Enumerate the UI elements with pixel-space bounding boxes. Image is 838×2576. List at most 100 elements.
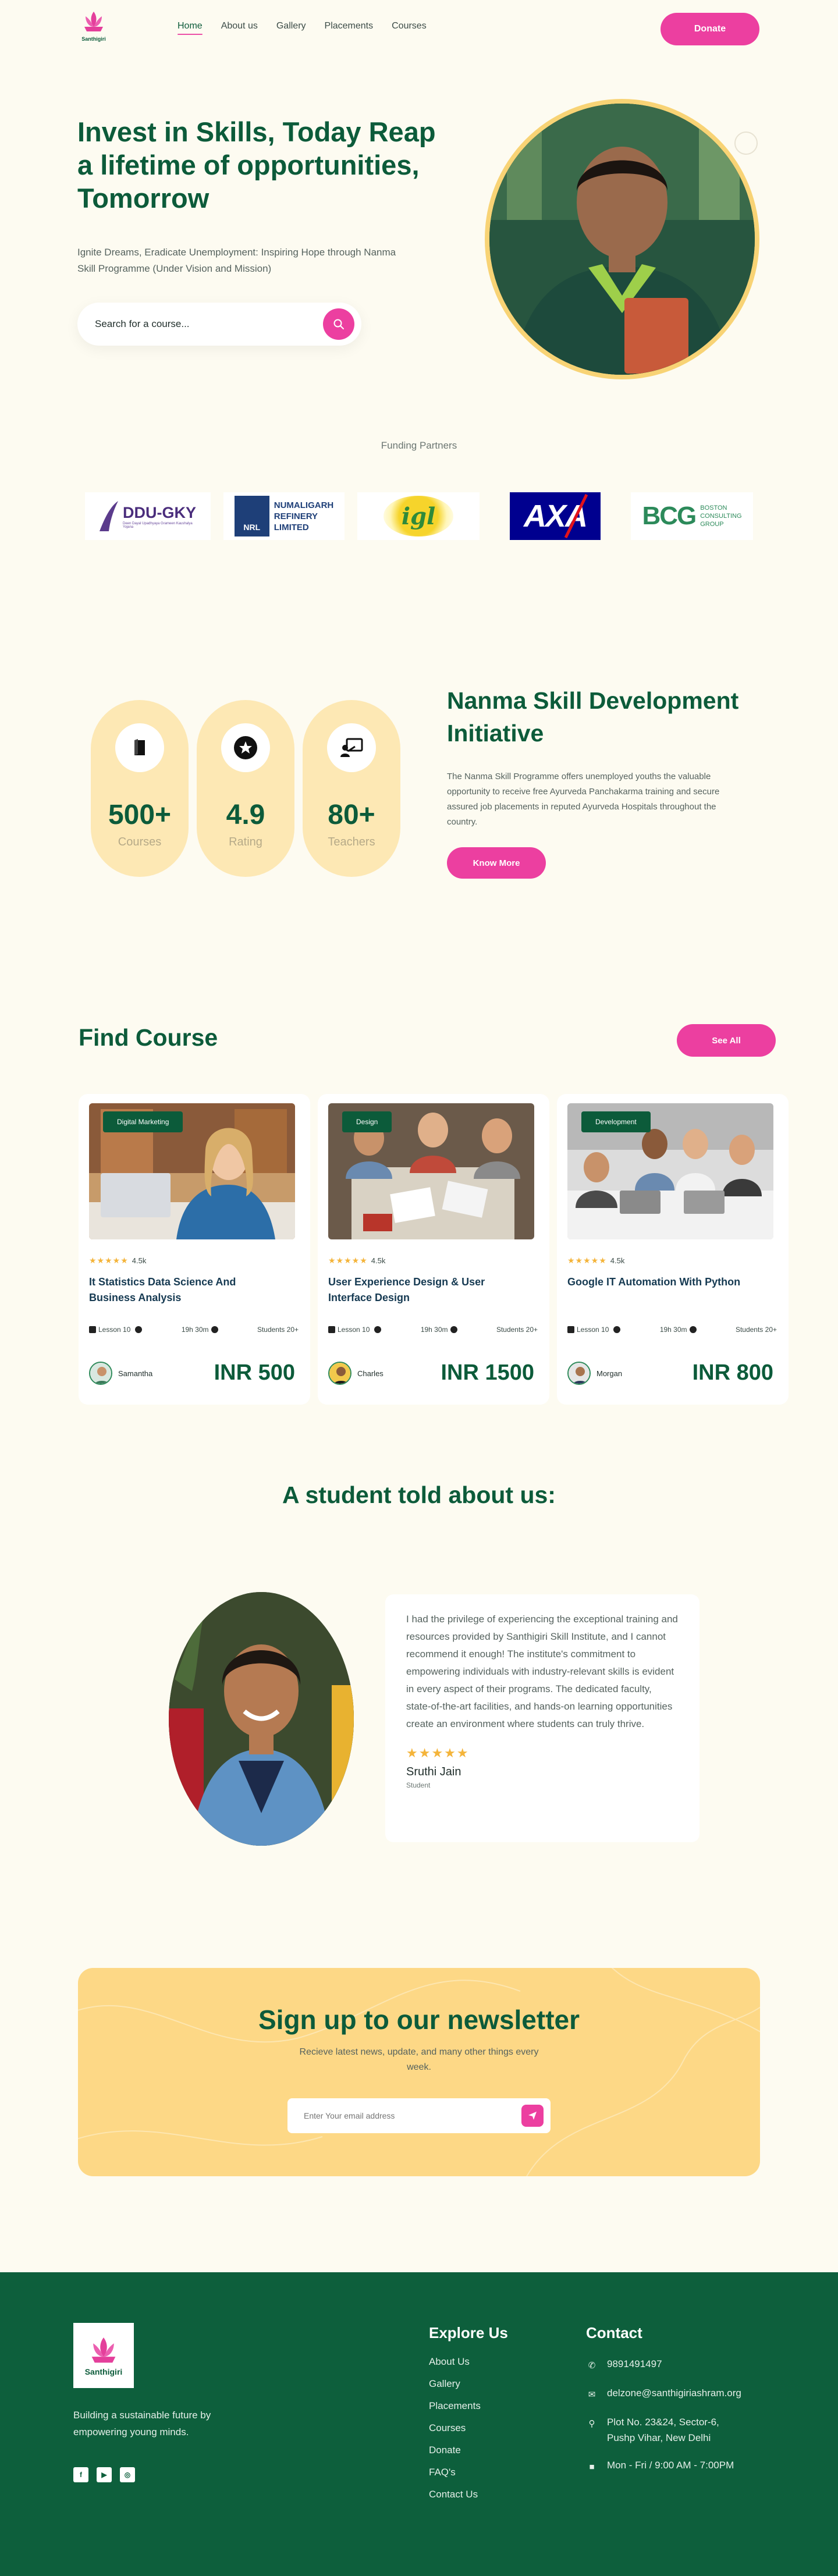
youtube-icon[interactable]: ▶ [97, 2467, 112, 2482]
stat-value: 80+ [328, 800, 375, 830]
stat-card-rating: 4.9 Rating [197, 700, 294, 877]
course-rating: ★★★★★ 4.5k [567, 1256, 624, 1266]
contact-address-text: Plot No. 23&24, Sector-6, Pushp Vihar, N… [607, 2417, 719, 2443]
nrl-badge-text: NRL [243, 523, 261, 532]
donate-button[interactable]: Donate [661, 13, 759, 45]
instagram-icon[interactable]: ◎ [120, 2467, 135, 2482]
phone-icon: ✆ [588, 2361, 596, 2371]
testimonial-role: Student [406, 1781, 431, 1789]
footer-link-about-us[interactable]: About Us [429, 2356, 508, 2368]
footer-link-courses[interactable]: Courses [429, 2422, 508, 2434]
footer-link-contact-us[interactable]: Contact Us [429, 2489, 508, 2500]
footer-logo[interactable]: Santhigiri [73, 2323, 134, 2388]
course-students: Students 20+ [257, 1326, 299, 1334]
igl-wordmark: igl [401, 502, 436, 530]
nav-placements[interactable]: Placements [325, 21, 374, 31]
teacher-icon [327, 723, 376, 772]
nav-about-us[interactable]: About us [221, 21, 258, 31]
course-price: INR 500 [214, 1360, 295, 1385]
course-lessons: Lesson 10 [328, 1326, 382, 1334]
see-all-button[interactable]: See All [677, 1024, 776, 1057]
course-card[interactable]: Development ★★★★★ 4.5k Google IT Automat… [557, 1094, 789, 1405]
contact-hours-text: Mon - Fri / 9:00 AM - 7:00PM [607, 2460, 734, 2471]
lesson-icon [567, 1326, 574, 1333]
footer-link-faqs[interactable]: FAQ's [429, 2467, 508, 2478]
initiative-title: Nanma Skill Development Initiative [447, 687, 739, 747]
newsletter-subtitle: Recieve latest news, update, and many ot… [299, 2047, 539, 2072]
footer-explore-title: Explore Us [429, 2324, 508, 2342]
course-lessons-text: Lesson 10 [577, 1326, 609, 1334]
facebook-icon[interactable]: f [73, 2467, 88, 2482]
footer-contact-list: ✆ 9891491497 ✉ delzone@santhigiriashram.… [586, 2356, 741, 2475]
footer-link-donate[interactable]: Donate [429, 2444, 508, 2456]
find-course-title: Find Course [79, 1024, 218, 1051]
contact-hours: ■ Mon - Fri / 9:00 AM - 7:00PM [586, 2457, 741, 2475]
footer-link-placements[interactable]: Placements [429, 2400, 508, 2412]
course-price: INR 800 [692, 1360, 773, 1385]
partner-logo-axa: AXA [510, 492, 601, 540]
contact-address: ⚲ Plot No. 23&24, Sector-6, Pushp Vihar,… [586, 2414, 741, 2446]
course-card[interactable]: Digital Marketing ★★★★★ 4.5k It Statisti… [79, 1094, 310, 1405]
footer-link-gallery[interactable]: Gallery [429, 2378, 508, 2390]
axa-slash-icon [564, 493, 588, 539]
course-lessons-text: Lesson 10 [98, 1326, 131, 1334]
course-duration-text: 19h 30m [659, 1326, 687, 1334]
book-icon [115, 723, 164, 772]
newsletter-submit-button[interactable] [521, 2105, 544, 2127]
testimonial-name: Sruthi Jain [406, 1765, 461, 1778]
location-pin-icon: ⚲ [588, 2419, 595, 2429]
stat-label: Rating [229, 836, 262, 848]
rating-count: 4.5k [132, 1256, 147, 1265]
rating-count: 4.5k [371, 1256, 386, 1265]
contact-phone[interactable]: ✆ 9891491497 [586, 2356, 741, 2374]
email-icon: ✉ [588, 2390, 596, 2400]
search-button[interactable] [323, 308, 354, 340]
lotus-logo-icon [84, 12, 103, 31]
contact-email[interactable]: ✉ delzone@santhigiriashram.org [586, 2385, 741, 2403]
igl-sun-icon: igl [384, 496, 453, 536]
star-icon [221, 723, 270, 772]
course-category-tag: Design [342, 1111, 392, 1132]
send-icon [528, 2112, 537, 2120]
user-icon [211, 1326, 218, 1333]
footer-contact: Contact ✆ 9891491497 ✉ delzone@santhigir… [586, 2324, 741, 2475]
testimonial-student-photo [169, 1592, 354, 1846]
search-icon [333, 319, 344, 329]
know-more-button[interactable]: Know More [447, 847, 546, 879]
social-links: f ▶ ◎ [73, 2467, 135, 2482]
site-logo[interactable]: Santhigiri [77, 9, 110, 43]
course-category-tag: Digital Marketing [103, 1111, 183, 1132]
ddugky-wordmark: DDU-GKY [123, 503, 196, 521]
course-search-input[interactable] [95, 318, 323, 330]
course-search-bar [77, 303, 361, 346]
rating-stars-icon: ★★★★★ [89, 1256, 129, 1265]
stat-card-teachers: 80+ Teachers [303, 700, 400, 877]
nav-home[interactable]: Home [177, 21, 203, 35]
partner-logo-nrl: NRL NUMALIGARH REFINERY LIMITED [223, 492, 345, 540]
course-name[interactable]: User Experience Design & User Interface … [328, 1274, 503, 1306]
main-nav: Home About us Gallery Placements Courses [177, 21, 427, 35]
user-icon [450, 1326, 457, 1333]
hero-student-photo [489, 104, 755, 375]
clock-icon [135, 1326, 143, 1333]
nav-gallery[interactable]: Gallery [276, 21, 306, 31]
footer-logo-text: Santhigiri [84, 2367, 123, 2376]
testimonial-title: A student told about us: [282, 1481, 556, 1508]
stat-value: 4.9 [226, 800, 265, 830]
nrl-badge: NRL [234, 496, 269, 536]
nrl-line-3: LIMITED [274, 522, 309, 532]
course-author: Morgan [567, 1362, 622, 1385]
course-card[interactable]: Design ★★★★★ 4.5k User Experience Design… [318, 1094, 549, 1405]
course-name[interactable]: Google IT Automation With Python [567, 1274, 742, 1290]
bcg-line-2: CONSULTING [700, 513, 742, 520]
hero-title: Invest in Skills, Today Reap a lifetime … [77, 116, 436, 214]
hero-subtitle: Ignite Dreams, Eradicate Unemployment: I… [77, 247, 396, 274]
course-name[interactable]: It Statistics Data Science And Business … [89, 1274, 264, 1306]
nav-courses[interactable]: Courses [392, 21, 427, 31]
course-students: Students 20+ [735, 1326, 777, 1334]
course-duration: 19h 30m [421, 1326, 457, 1334]
contact-email-text: delzone@santhigiriashram.org [607, 2387, 741, 2399]
rating-stars-icon: ★★★★★ [328, 1256, 368, 1265]
newsletter-email-input[interactable] [304, 2111, 521, 2120]
newsletter-title: Sign up to our newsletter [258, 2005, 580, 2035]
